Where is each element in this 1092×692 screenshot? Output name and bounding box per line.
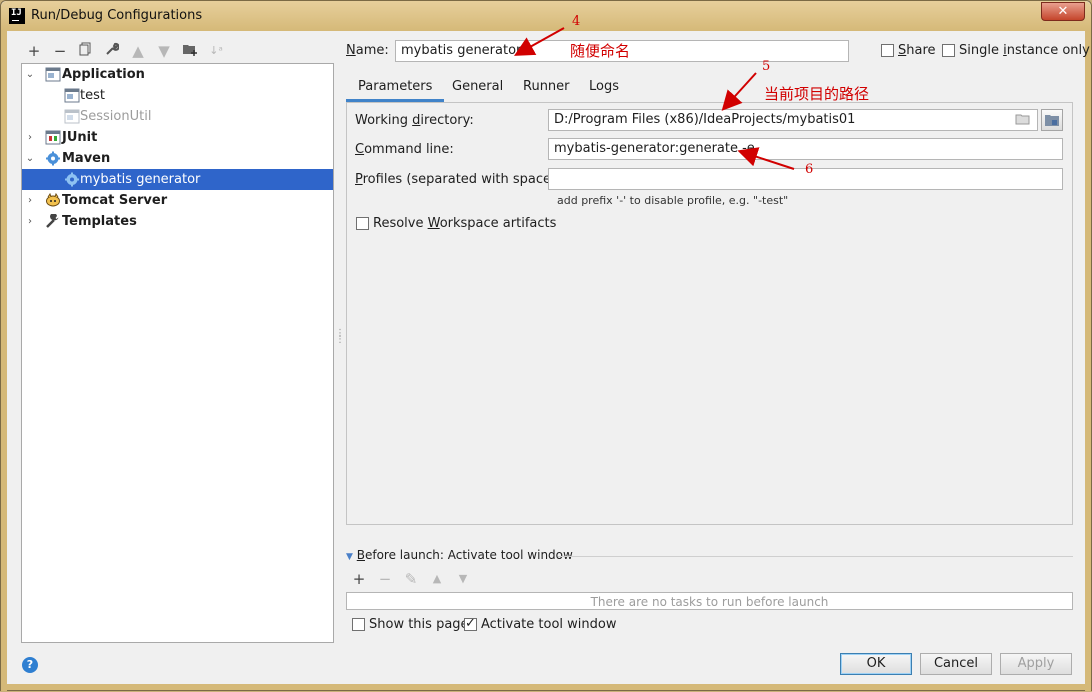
annotation-text-4: 随便命名 — [570, 42, 631, 60]
annotation-arrows — [514, 27, 795, 170]
annotation-number-6: 6 — [805, 162, 814, 177]
annotation-number-4: 4 — [572, 14, 581, 29]
annotation-text-5: 当前项目的路径 — [764, 85, 870, 103]
annotation-arrow-6 — [737, 147, 795, 170]
annotation-arrow-5 — [721, 72, 757, 111]
annotation-number-5: 5 — [762, 59, 771, 74]
run-debug-configurations-dialog: IJ Run/Debug Configurations ✕ + − ▲ ▼ ↓ᵃ… — [0, 0, 1092, 691]
annotation-arrow-4 — [514, 27, 565, 56]
